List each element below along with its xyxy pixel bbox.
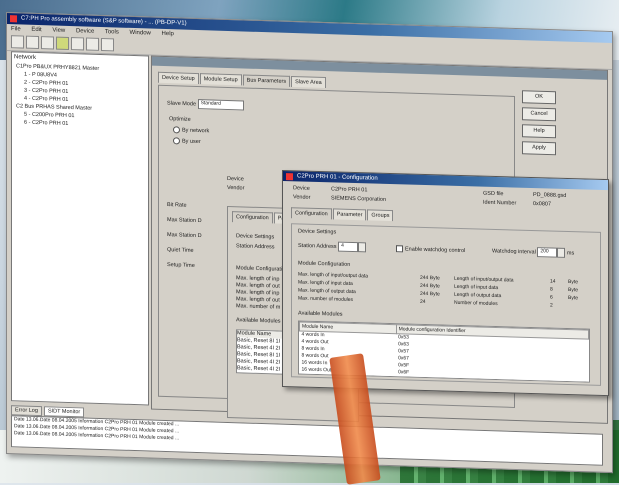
config-current-label: Number of modules — [454, 299, 514, 309]
watchdog-interval-value: 200 — [538, 248, 548, 254]
menu-edit[interactable]: Edit — [31, 27, 41, 33]
watchdog-interval-input[interactable]: 200 — [537, 247, 557, 258]
slave-mode-label: Slave Mode — [167, 101, 196, 108]
bus-param-labels: Bit Rate Max Station D Max Station D Qui… — [167, 198, 202, 274]
config-unit: Byte — [568, 278, 578, 286]
max-station-label: Max Station D — [167, 228, 202, 244]
new-icon[interactable] — [11, 35, 24, 48]
config-current-values: 14 8 6 2 — [550, 277, 556, 309]
by-user-radio[interactable] — [173, 137, 180, 144]
app-title: C7:PH Pro assembly software (S&P softwar… — [21, 15, 187, 26]
vendor-label: Vendor — [293, 194, 310, 200]
watchdog-interval-spinner[interactable] — [557, 248, 565, 258]
menu-help[interactable]: Help — [162, 31, 174, 37]
ident-label: Ident Number — [483, 200, 516, 207]
config-unit: Byte — [568, 294, 578, 302]
config-labels: Max. length of input/output data Max. le… — [298, 270, 368, 304]
properties-icon[interactable] — [86, 38, 99, 51]
mid-station-label: Station Address — [236, 243, 275, 250]
monitor-icon[interactable] — [101, 38, 114, 51]
station-address-input[interactable]: 4 — [338, 242, 358, 253]
menu-view[interactable]: View — [52, 27, 65, 33]
tab-bus-parameters[interactable]: Bus Parameters — [243, 74, 290, 86]
ident-value: 0x0807 — [533, 201, 551, 208]
menu-device[interactable]: Device — [76, 28, 94, 35]
cancel-button[interactable]: Cancel — [522, 107, 556, 121]
app-icon — [10, 15, 17, 22]
by-network-label: By network — [182, 127, 209, 134]
tab-groups[interactable]: Groups — [367, 209, 393, 221]
by-network-radio[interactable] — [173, 126, 180, 133]
mid-tab-configuration[interactable]: Configuration — [232, 211, 273, 223]
config-current-value: 2 — [550, 301, 556, 309]
config-current-value: 8 — [550, 285, 556, 293]
gsd-label: GSD file — [483, 191, 503, 198]
station-address-value: 4 — [339, 243, 344, 249]
apply-button[interactable]: Apply — [522, 141, 556, 155]
tab-parameter[interactable]: Parameter — [333, 208, 367, 220]
config-label: Max. number of modules — [298, 294, 368, 304]
config-max-value: 24 — [420, 298, 440, 307]
config-max-values: 244 Byte 244 Byte 244 Byte 24 — [420, 274, 440, 307]
module-config-title: Module Configuration — [298, 260, 350, 267]
bit-rate-label: Bit Rate — [167, 198, 202, 214]
mid-device-label: Device — [227, 176, 244, 183]
available-modules-title: Available Modules — [298, 310, 343, 317]
device-value: C2Pro PRH 01 — [331, 186, 367, 193]
ok-button[interactable]: OK — [522, 90, 556, 104]
watchdog-interval-unit: ms — [567, 250, 574, 256]
max-station-label: Max Station D — [167, 213, 202, 229]
config-units: Byte Byte Byte — [568, 278, 578, 302]
station-address-label: Station Address — [298, 243, 337, 250]
vendor-value: SIEMENS Corporation — [331, 195, 386, 203]
menu-tools[interactable]: Tools — [105, 29, 119, 35]
watchdog-interval-label: Watchdog interval — [492, 248, 536, 255]
upload-icon[interactable] — [56, 37, 69, 50]
device-settings-title: Device Settings — [298, 228, 336, 235]
slave-mode-value: Standard — [199, 100, 221, 107]
by-user-label: By user — [182, 138, 201, 145]
enable-watchdog-checkbox[interactable] — [396, 245, 403, 252]
dialog-buttons: OK Cancel Help Apply — [522, 90, 556, 159]
menu-window[interactable]: Window — [130, 30, 151, 37]
tab-module-setup[interactable]: Module Setup — [200, 73, 242, 85]
download-icon[interactable] — [71, 37, 84, 50]
enable-watchdog-label: Enable watchdog control — [405, 246, 465, 254]
config-current-labels: Length of input/output data Length of in… — [454, 275, 514, 309]
network-tree-panel: Network C1Pro PB&UX PRHY8821 Master 1 - … — [11, 51, 149, 405]
dialog-icon — [286, 173, 293, 180]
dialog-title: C2Pro PRH 01 - Configuration — [297, 173, 378, 181]
tab-configuration[interactable]: Configuration — [291, 207, 332, 219]
mid-section-title: Device Settings — [236, 233, 274, 240]
config-unit: Byte — [568, 286, 578, 294]
tab-device-setup[interactable]: Device Setup — [158, 72, 199, 84]
station-address-spinner[interactable] — [358, 242, 366, 252]
slave-mode-select[interactable]: Standard — [198, 99, 244, 110]
help-button[interactable]: Help — [522, 124, 556, 138]
mid-line: Max. number of m — [236, 303, 280, 311]
open-icon[interactable] — [26, 36, 39, 49]
config-current-value: 14 — [550, 277, 556, 285]
optimize-label: Optimize — [169, 116, 191, 123]
menu-file[interactable]: File — [11, 26, 21, 32]
device-label: Device — [293, 185, 310, 191]
mid-vendor-label: Vendor — [227, 185, 244, 192]
setup-time-label: Setup Time — [167, 258, 202, 274]
quiet-time-label: Quiet Time — [167, 243, 202, 259]
mid-module-config-title: Module Configuration — [236, 265, 288, 273]
save-icon[interactable] — [41, 36, 54, 49]
config-current-value: 6 — [550, 293, 556, 301]
gsd-value: PD_0888.gsd — [533, 192, 566, 199]
tab-slave-area[interactable]: Slave Area — [291, 76, 326, 88]
network-tree: C1Pro PB&UX PRHY8821 Master 1 - P 08U8V4… — [12, 62, 148, 130]
mid-available-title: Available Modules — [236, 317, 281, 324]
